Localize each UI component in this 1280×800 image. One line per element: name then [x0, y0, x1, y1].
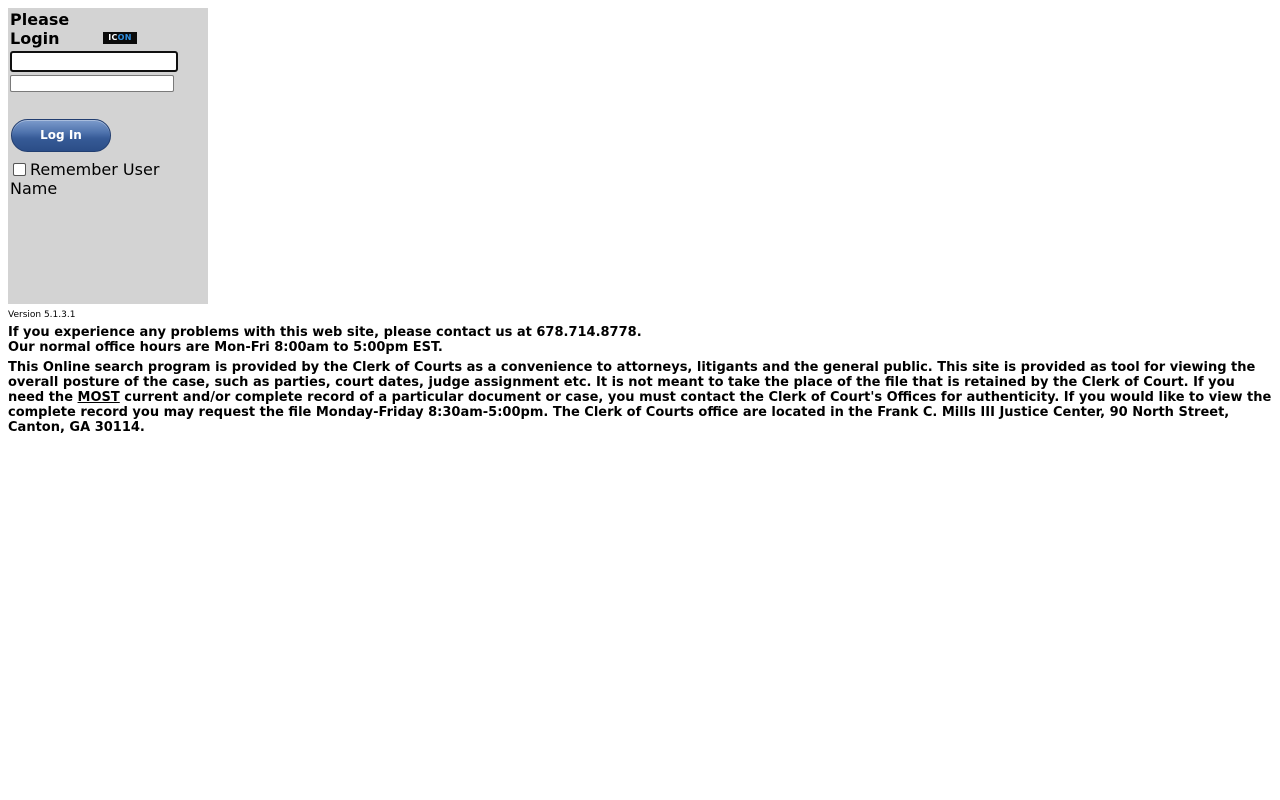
- disclaimer-text: This Online search program is provided b…: [8, 360, 1272, 435]
- password-input[interactable]: [10, 75, 174, 92]
- icon-logo: ICON: [103, 32, 137, 44]
- username-input[interactable]: [10, 51, 178, 72]
- disclaimer-part-2: current and/or complete record of a part…: [8, 390, 1272, 435]
- remember-user-name-label[interactable]: Remember User Name: [10, 160, 159, 198]
- log-in-button[interactable]: Log In: [11, 119, 111, 152]
- remember-user-name-checkbox[interactable]: [13, 163, 26, 176]
- version-label: Version 5.1.3.1: [8, 310, 76, 320]
- contact-info: If you experience any problems with this…: [8, 325, 1272, 355]
- logo-text: ICON: [108, 34, 132, 42]
- page: Please Login ICON Log In Remember User N…: [0, 0, 1280, 435]
- office-hours-line: Our normal office hours are Mon-Fri 8:00…: [8, 340, 443, 355]
- logo-text-on: ON: [117, 33, 132, 42]
- login-title: Please Login: [10, 10, 70, 48]
- disclaimer-emphasis: MOST: [77, 390, 120, 405]
- logo-text-ic: IC: [108, 33, 118, 42]
- login-panel: Please Login ICON Log In Remember User N…: [8, 8, 208, 304]
- remember-user-name-row[interactable]: Remember User Name: [10, 160, 190, 198]
- contact-phone-line: If you experience any problems with this…: [8, 325, 642, 340]
